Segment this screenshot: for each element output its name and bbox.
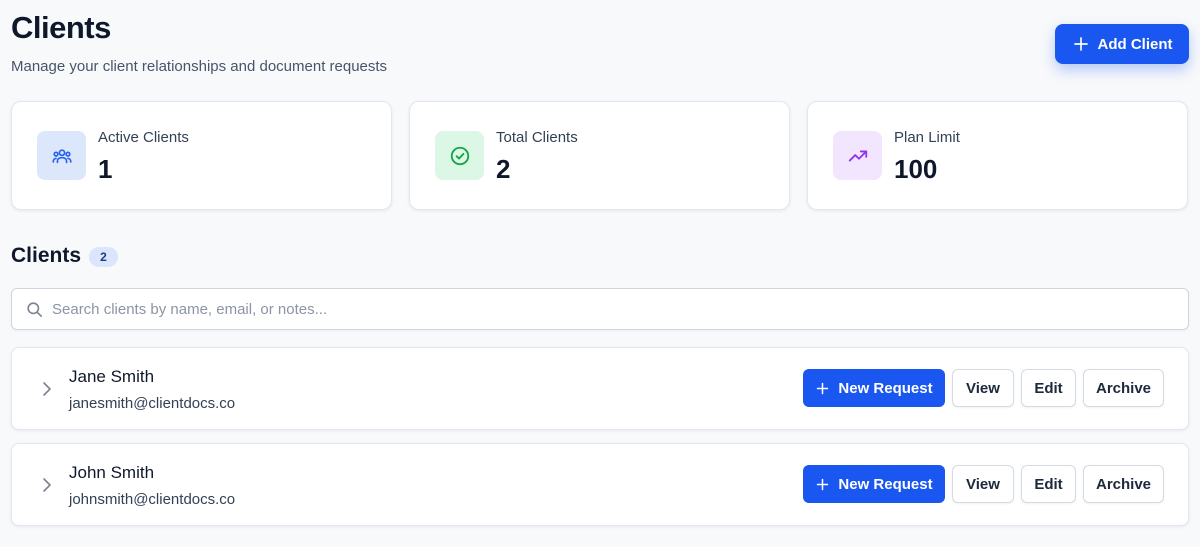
client-name: Jane Smith (69, 367, 155, 386)
archive-button[interactable]: Archive (1083, 465, 1164, 503)
stat-card-plan-limit: Plan Limit 100 (807, 101, 1188, 210)
users-icon (51, 148, 72, 163)
chevron-right-icon[interactable] (40, 380, 54, 398)
clients-section-title: Clients (11, 244, 82, 267)
stat-label: Plan Limit (894, 129, 960, 146)
client-name: John Smith (69, 463, 155, 482)
page-title: Clients (11, 10, 111, 45)
stat-icon-box (37, 131, 86, 180)
trending-up-icon (848, 150, 867, 161)
chevron-right-icon[interactable] (40, 476, 54, 494)
search-box (11, 288, 1189, 330)
add-client-label: Add Client (1097, 35, 1173, 53)
new-request-button[interactable]: New Request (803, 369, 945, 407)
stat-icon-box (833, 131, 882, 180)
stat-value: 100 (894, 154, 938, 184)
archive-button[interactable]: Archive (1083, 369, 1164, 407)
plus-icon (817, 382, 829, 394)
stat-icon-box (435, 131, 484, 180)
search-icon (27, 302, 43, 318)
plus-icon (1073, 37, 1088, 51)
new-request-label: New Request (838, 379, 933, 397)
page-subtitle: Manage your client relationships and doc… (11, 58, 388, 75)
view-button[interactable]: View (952, 369, 1014, 407)
client-row[interactable]: John Smith johnsmith@clientdocs.co New R… (11, 443, 1189, 526)
stat-value: 1 (98, 154, 113, 184)
edit-button[interactable]: Edit (1021, 465, 1076, 503)
stat-value: 2 (496, 154, 511, 184)
client-row[interactable]: Jane Smith janesmith@clientdocs.co New R… (11, 347, 1189, 430)
view-button[interactable]: View (952, 465, 1014, 503)
check-circle-icon (450, 146, 469, 165)
stat-label: Active Clients (98, 129, 189, 146)
new-request-button[interactable]: New Request (803, 465, 945, 503)
client-email: janesmith@clientdocs.co (69, 395, 236, 412)
stat-label: Total Clients (496, 129, 578, 146)
add-client-button[interactable]: Add Client (1055, 24, 1189, 64)
stat-card-active-clients: Active Clients 1 (11, 101, 392, 210)
client-email: johnsmith@clientdocs.co (69, 491, 236, 508)
new-request-label: New Request (838, 475, 933, 493)
plus-icon (817, 478, 829, 490)
search-input[interactable] (52, 289, 1172, 329)
clients-count-badge: 2 (89, 247, 118, 267)
stat-card-total-clients: Total Clients 2 (409, 101, 790, 210)
edit-button[interactable]: Edit (1021, 369, 1076, 407)
